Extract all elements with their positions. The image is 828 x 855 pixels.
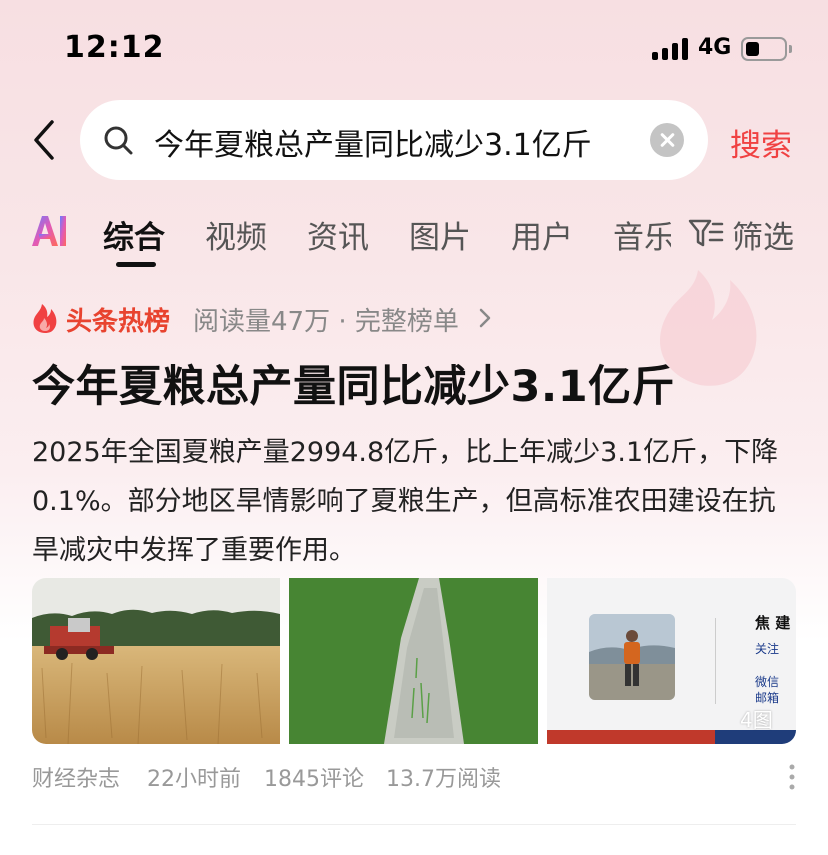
card-wechat: 微信 bbox=[755, 675, 780, 689]
hotlist-title[interactable]: 头条热榜 bbox=[66, 301, 170, 338]
card-divider bbox=[715, 618, 716, 704]
clear-icon[interactable] bbox=[650, 123, 684, 157]
tab-comprehensive[interactable]: 综合 bbox=[103, 212, 165, 257]
article-reads: 13.7万阅读 bbox=[386, 767, 501, 792]
tab-users[interactable]: 用户 bbox=[511, 212, 573, 257]
battery-icon bbox=[741, 37, 787, 61]
search-button[interactable]: 搜索 bbox=[730, 120, 792, 165]
signal-icon bbox=[652, 38, 690, 60]
flame-icon bbox=[33, 304, 57, 333]
ai-logo-icon[interactable] bbox=[30, 214, 68, 248]
search-icon bbox=[104, 126, 133, 155]
article-time: 22小时前 bbox=[147, 767, 241, 792]
chevron-right-icon[interactable] bbox=[478, 308, 492, 328]
more-icon[interactable] bbox=[788, 764, 796, 790]
card-follow: 关注 bbox=[755, 642, 780, 656]
card-bar-red bbox=[547, 730, 715, 744]
tab-news[interactable]: 资讯 bbox=[307, 212, 369, 257]
article-source[interactable]: 财经杂志 bbox=[32, 761, 120, 793]
headline[interactable]: 今年夏粮总产量同比减少3.1亿斤 bbox=[32, 352, 675, 414]
card-name: 焦 建 bbox=[755, 614, 791, 632]
battery-tip bbox=[789, 45, 792, 53]
summary-text[interactable]: 2025年全国夏粮产量2994.8亿斤，比上年减少3.1亿斤，下降0.1%。部分… bbox=[32, 428, 802, 575]
tab-video[interactable]: 视频 bbox=[205, 212, 267, 257]
article-comments: 1845评论 bbox=[264, 767, 364, 792]
tab-images[interactable]: 图片 bbox=[409, 212, 471, 257]
profile-photo bbox=[589, 614, 675, 700]
image-wheat-harvest[interactable] bbox=[32, 578, 280, 744]
filter-icon[interactable] bbox=[688, 218, 724, 250]
search-input[interactable]: 今年夏粮总产量同比减少3.1亿斤 bbox=[154, 120, 592, 164]
back-arrow-icon[interactable] bbox=[30, 118, 60, 162]
image-count-badge: 4图 bbox=[740, 708, 773, 732]
tab-active-indicator bbox=[116, 262, 156, 267]
image-rice-paddy[interactable] bbox=[289, 578, 538, 744]
hotlist-meta[interactable]: 阅读量47万 · 完整榜单 bbox=[193, 301, 459, 338]
status-time: 12:12 bbox=[64, 30, 165, 65]
network-type: 4G bbox=[698, 35, 732, 60]
divider bbox=[32, 824, 796, 825]
